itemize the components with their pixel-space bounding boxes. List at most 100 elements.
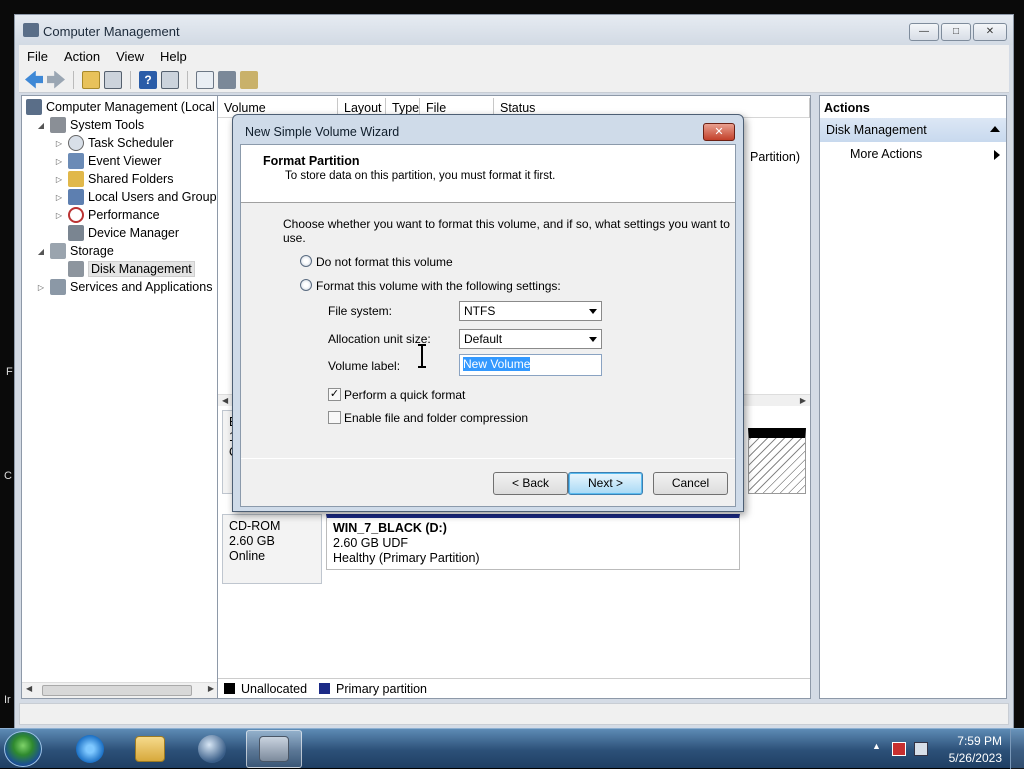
computer-management-icon [26,99,42,115]
disk-management-icon [68,261,84,277]
tree-horizontal-scrollbar[interactable]: ◀ ▶ [22,682,218,698]
toolbar: ? [19,67,1009,93]
radio-do-not-format-label[interactable]: Do not format this volume [316,255,453,269]
network-icon[interactable] [914,742,928,756]
tree-item-local-users-and-groups[interactable]: ▷ Local Users and Groups [54,188,218,206]
radio-format-volume-label[interactable]: Format this volume with the following se… [316,279,561,293]
refresh-icon[interactable] [196,70,214,89]
window-title: Computer Management [43,24,180,39]
show-hidden-icons-icon[interactable]: ▲ [872,741,886,755]
tree-item-shared-folders[interactable]: ▷ Shared Folders [54,170,173,188]
computer-management-icon [259,736,289,762]
tree-item-event-viewer[interactable]: ▷ Event Viewer [54,152,161,170]
menu-action[interactable]: Action [56,49,108,64]
radio-do-not-format[interactable] [300,255,312,267]
more-actions[interactable]: More Actions [820,142,1006,164]
next-button[interactable]: Next > [568,472,643,495]
back-arrow-icon[interactable] [25,70,43,89]
collapsed-arrow-icon[interactable]: ▷ [54,175,64,184]
system-tray: ▲ 7:59 PM 5/26/2023 [864,729,1024,769]
legend: Unallocated Primary partition [218,678,810,698]
wizard-instructions: Choose whether you want to format this v… [283,217,730,245]
export-list-icon[interactable] [240,70,258,89]
action-center-icon[interactable] [892,742,906,756]
cdrom-volume-status: Healthy (Primary Partition) [333,551,480,565]
tree-item-system-tools[interactable]: ◢ System Tools [36,116,144,134]
device-manager-icon [68,225,84,241]
properties-icon[interactable] [218,70,236,89]
text-cursor-icon [418,344,426,368]
scroll-left-arrow-icon[interactable]: ◀ [222,396,228,405]
quick-format-label[interactable]: Perform a quick format [344,388,465,402]
tree-item-storage[interactable]: ◢ Storage [36,242,114,260]
status-bar [19,703,1009,725]
toolbar-separator [187,70,188,89]
actions-header: Actions [824,101,870,115]
collapsed-arrow-icon[interactable]: ▷ [54,211,64,220]
taskbar-media-player[interactable] [184,730,240,768]
clock-time[interactable]: 7:59 PM [957,734,1002,748]
compression-checkbox[interactable] [328,411,341,424]
dropdown-arrow-icon [589,309,597,314]
up-folder-icon[interactable] [82,70,100,89]
tree-item-disk-management[interactable]: Disk Management [68,260,195,278]
unallocated-region[interactable] [748,428,806,494]
dialog-close-button[interactable]: ✕ [703,123,735,141]
cdrom-volume[interactable]: WIN_7_BLACK (D:) 2.60 GB UDF Healthy (Pr… [326,514,740,570]
minimize-button[interactable]: — [909,23,939,41]
expanded-arrow-icon[interactable]: ◢ [36,247,46,256]
menu-file[interactable]: File [19,49,56,64]
legend-unallocated: Unallocated [241,681,308,696]
collapsed-arrow-icon[interactable]: ▷ [54,139,64,148]
scroll-left-arrow-icon[interactable]: ◀ [26,684,32,693]
radio-format-volume[interactable] [300,279,312,291]
actions-section-disk-management[interactable]: Disk Management [820,118,1006,142]
compression-label[interactable]: Enable file and folder compression [344,411,528,425]
show-desktop-button[interactable] [1010,729,1024,769]
taskbar-windows-explorer[interactable] [122,730,178,768]
help-icon[interactable]: ? [139,70,157,89]
collapsed-arrow-icon[interactable]: ▷ [54,193,64,202]
cdrom-volume-size: 2.60 GB UDF [333,536,409,550]
expanded-arrow-icon[interactable]: ◢ [36,121,46,130]
taskbar-internet-explorer[interactable] [62,730,118,768]
collapsed-arrow-icon[interactable]: ▷ [54,157,64,166]
maximize-button[interactable]: □ [941,23,971,41]
close-button[interactable]: ✕ [973,23,1007,41]
title-bar[interactable]: Computer Management — □ ✕ [15,15,1013,45]
tree-item-services-and-applications[interactable]: ▷ Services and Applications [36,278,212,296]
forward-arrow-icon[interactable] [47,70,65,89]
tree-item-task-scheduler[interactable]: ▷ Task Scheduler [54,134,173,152]
start-button[interactable] [4,731,42,767]
dialog-separator [241,458,735,459]
volume-label-input[interactable]: New Volume [459,354,602,376]
scroll-right-arrow-icon[interactable]: ▶ [800,396,806,405]
legend-primary-partition: Primary partition [336,681,428,696]
cdrom-info[interactable]: CD-ROM 2.60 GB Online [222,514,322,584]
dialog-body: Format Partition To store data on this p… [240,144,736,507]
file-system-dropdown[interactable]: NTFS [459,301,602,321]
volume-label-label: Volume label: [328,359,401,373]
show-hide-action-pane-icon[interactable] [161,70,179,89]
menu-help[interactable]: Help [152,49,195,64]
quick-format-checkbox[interactable]: ✓ [328,388,341,401]
tree-item-device-manager[interactable]: Device Manager [68,224,179,242]
event-viewer-icon [68,153,84,169]
show-hide-tree-icon[interactable] [104,70,122,89]
dropdown-arrow-icon [589,337,597,342]
scroll-right-arrow-icon[interactable]: ▶ [208,684,214,693]
folder-icon [135,736,165,762]
taskbar-computer-management[interactable] [246,730,302,768]
submenu-arrow-icon [994,150,1000,160]
menu-view[interactable]: View [108,49,152,64]
collapsed-arrow-icon[interactable]: ▷ [36,283,46,292]
tree-item-performance[interactable]: ▷ Performance [54,206,160,224]
clock-date[interactable]: 5/26/2023 [949,751,1002,765]
collapse-arrow-icon[interactable] [990,126,1000,132]
cancel-button[interactable]: Cancel [653,472,728,495]
back-button[interactable]: < Back [493,472,568,495]
tree-root[interactable]: Computer Management (Local [26,98,215,116]
scrollbar-thumb[interactable] [42,685,192,696]
allocation-unit-size-dropdown[interactable]: Default [459,329,602,349]
console-tree: Computer Management (Local ◢ System Tool… [21,95,219,699]
